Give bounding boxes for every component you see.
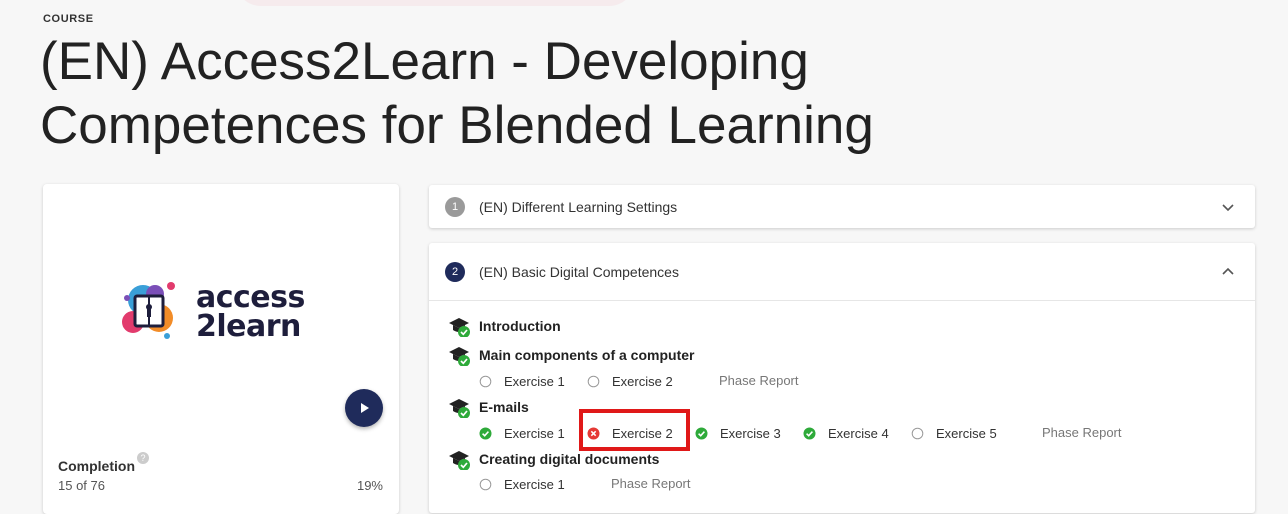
phase-header-1[interactable]: 1 (EN) Different Learning Settings — [429, 185, 1255, 228]
phase-number-badge: 1 — [445, 196, 465, 217]
page-eyebrow: COURSE — [43, 13, 94, 25]
phase-report-link[interactable]: Phase Report — [611, 474, 691, 494]
background-decoration — [235, 0, 635, 6]
lesson-item[interactable]: Introduction — [446, 315, 561, 337]
lesson-item[interactable]: Main components of a computer — [446, 344, 694, 366]
check-circle-icon — [803, 427, 816, 439]
lesson-title: E-mails — [479, 399, 529, 415]
course-card: access 2learn Completion ? 15 of 76 19% — [43, 184, 399, 514]
completion-count: 15 of 76 — [58, 478, 105, 493]
help-icon[interactable]: ? — [137, 452, 149, 464]
exercise-link[interactable]: Exercise 1 — [479, 371, 565, 391]
page-title: (EN) Access2Learn - Developing Competenc… — [40, 30, 1040, 158]
play-button[interactable] — [345, 389, 383, 427]
chevron-down-icon[interactable] — [1221, 200, 1235, 214]
exercise-link[interactable]: Exercise 4 — [803, 423, 889, 443]
phase-number-badge: 2 — [445, 261, 465, 282]
exercise-label: Exercise 3 — [720, 425, 781, 441]
phase-panel-2: 2 (EN) Basic Digital Competences Introdu… — [429, 243, 1255, 513]
phase-title: (EN) Basic Digital Competences — [479, 263, 679, 280]
exercise-link[interactable]: Exercise 3 — [695, 423, 781, 443]
graduation-cap-check-icon — [449, 399, 470, 418]
phase-panel-1: 1 (EN) Different Learning Settings — [429, 185, 1255, 228]
graduation-cap-check-icon — [449, 347, 470, 366]
highlight-box — [579, 409, 690, 451]
page-title-line-2: Competences for Blended Learning — [40, 96, 874, 155]
exercise-label: Exercise 5 — [936, 425, 997, 441]
empty-circle-icon — [911, 427, 924, 439]
exercise-link[interactable]: Exercise 5 — [911, 423, 997, 443]
completion-percent: 19% — [356, 478, 383, 493]
graduation-cap-check-icon — [449, 318, 470, 337]
phase-header-2[interactable]: 2 (EN) Basic Digital Competences — [429, 243, 1255, 301]
lesson-title: Creating digital documents — [479, 451, 660, 467]
lesson-title: Main components of a computer — [479, 347, 695, 363]
lesson-item[interactable]: E-mails — [446, 396, 529, 418]
graduation-cap-check-icon — [449, 451, 470, 470]
empty-circle-icon — [479, 375, 492, 387]
chevron-up-icon[interactable] — [1221, 265, 1235, 279]
phase-report-link[interactable]: Phase Report — [1042, 423, 1122, 443]
logo-wordmark: access 2learn — [196, 280, 305, 344]
check-circle-icon — [479, 427, 492, 439]
exercise-link[interactable]: Exercise 1 — [479, 423, 565, 443]
play-icon — [361, 403, 369, 413]
exercise-link[interactable]: Exercise 1 — [479, 474, 565, 494]
lesson-title: Introduction — [479, 318, 561, 334]
completion-label: Completion — [58, 458, 135, 474]
empty-circle-icon — [587, 375, 600, 387]
lesson-item[interactable]: Creating digital documents — [446, 448, 659, 470]
empty-circle-icon — [479, 478, 492, 490]
check-circle-icon — [695, 427, 708, 439]
exercise-label: Exercise 1 — [504, 476, 565, 492]
exercise-label: Exercise 2 — [612, 373, 673, 389]
exercise-label: Exercise 1 — [504, 373, 565, 389]
exercise-label: Exercise 1 — [504, 425, 565, 441]
page-title-line-1: (EN) Access2Learn - Developing — [40, 32, 809, 91]
exercise-label: Exercise 4 — [828, 425, 889, 441]
phase-report-link[interactable]: Phase Report — [719, 371, 799, 391]
phase-title: (EN) Different Learning Settings — [479, 198, 678, 215]
exercise-link[interactable]: Exercise 2 — [587, 371, 673, 391]
